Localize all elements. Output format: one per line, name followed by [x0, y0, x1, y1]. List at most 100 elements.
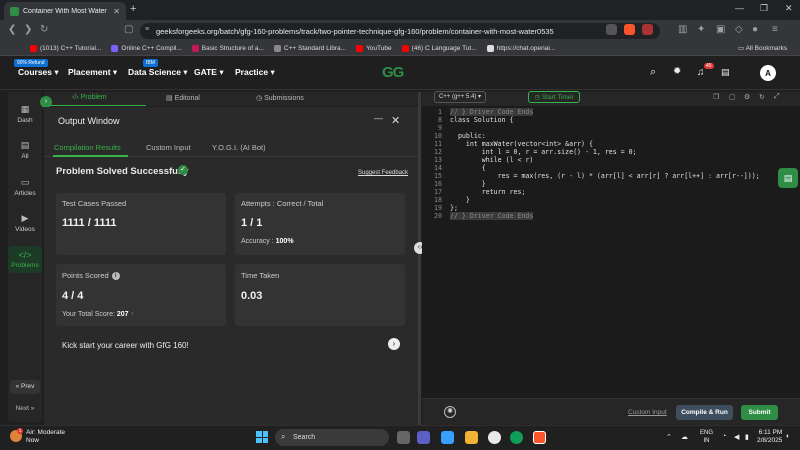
new-tab-icon[interactable]: +: [130, 3, 136, 15]
tab-custom-input[interactable]: Custom Input: [146, 143, 191, 152]
brave-rewards-icon[interactable]: [642, 24, 653, 35]
kickstart-banner-text: Kick start your career with GfG 160!: [62, 341, 189, 350]
bookmark-item[interactable]: Basic Structure of a...: [191, 45, 264, 52]
expand-editor-icon[interactable]: ⤢: [774, 93, 780, 101]
code-line: 20// } Driver Code Ends: [434, 212, 534, 220]
tab-problem[interactable]: ‹/› Problem: [72, 94, 107, 101]
youtube-icon: [30, 45, 37, 52]
all-bookmarks-link[interactable]: ▭ All Bookmarks: [738, 44, 787, 52]
copy-icon[interactable]: ❐: [713, 93, 719, 101]
next-button[interactable]: Next »: [10, 402, 40, 416]
close-tab-icon[interactable]: ✕: [113, 7, 120, 16]
bell-icon[interactable]: ♫: [697, 67, 705, 78]
tab-editorial[interactable]: ▤ Editorial: [166, 94, 200, 102]
lightbulb-icon[interactable]: ✺: [444, 406, 456, 418]
browser-menu-icon[interactable]: ≡: [772, 24, 778, 35]
extensions-icon[interactable]: ✦: [697, 24, 705, 35]
windows-start-icon[interactable]: [256, 431, 268, 443]
bookmark-item[interactable]: https://chat.openai...: [486, 45, 555, 52]
battery-icon[interactable]: ▮: [745, 433, 749, 441]
url-input[interactable]: ≡ geeksforgeeks.org/batch/gfg-160-proble…: [140, 23, 660, 39]
bookmark-item[interactable]: C++ Standard Libra...: [273, 45, 346, 52]
fullscreen-icon[interactable]: ▢: [729, 93, 736, 101]
sidebar-item-problems[interactable]: </> Problems: [8, 246, 42, 273]
bookmark-item[interactable]: (46) C Language Tut...: [401, 45, 477, 52]
system-clock[interactable]: 6:11 PM 2/8/2025: [757, 429, 782, 445]
panel-splitter[interactable]: [418, 92, 421, 425]
github-icon[interactable]: [488, 431, 501, 444]
taskbar-search-input[interactable]: ⌕ Search: [275, 429, 389, 446]
profile-icon[interactable]: ●: [752, 24, 758, 35]
minimize-icon[interactable]: —: [735, 3, 744, 13]
avatar[interactable]: A: [760, 65, 776, 81]
code-editor[interactable]: 1// } Driver Code Ends 8 class Solution {…: [422, 106, 800, 398]
volume-icon[interactable]: ◀: [734, 433, 739, 441]
sidebar-item-videos[interactable]: ▶ Videos: [8, 213, 42, 233]
sidebar-item-dash[interactable]: ▦ Dash: [8, 104, 42, 124]
active-output-tab-indicator: [53, 155, 128, 157]
weather-widget[interactable]: Air: Moderate Now: [26, 429, 65, 445]
notifications-icon[interactable]: ◐: [786, 433, 790, 440]
reset-icon[interactable]: ↻: [759, 93, 765, 101]
chat-icon[interactable]: ▤: [778, 168, 798, 188]
code-line: 17 return res;: [434, 188, 526, 196]
task-view-icon[interactable]: [397, 431, 410, 444]
sidebar-toggle-icon[interactable]: ▥: [678, 24, 687, 35]
back-icon[interactable]: ❮: [8, 24, 16, 35]
menu-gate[interactable]: GATE ▾: [194, 67, 224, 78]
bookmark-item[interactable]: Online C++ Compil...: [111, 45, 182, 52]
reload-icon[interactable]: ↻: [40, 24, 48, 35]
menu-placement[interactable]: Placement ▾: [68, 67, 117, 78]
wallet-icon[interactable]: ▣: [716, 24, 725, 35]
weather-badge: 1: [17, 428, 23, 434]
browser-tab[interactable]: Container With Most Water | P ✕: [4, 2, 126, 20]
language-select[interactable]: C++ (g++ 5.4) ▾: [434, 91, 486, 103]
vpn-icon[interactable]: ◇: [735, 24, 743, 35]
minimize-output-icon[interactable]: —: [374, 113, 383, 123]
compiler-icon: [111, 45, 119, 52]
install-app-icon[interactable]: [606, 24, 617, 35]
menu-data-science[interactable]: Data Science ▾: [128, 67, 188, 78]
cloud-icon[interactable]: ☁: [681, 433, 688, 441]
brave-icon[interactable]: [533, 431, 546, 444]
copilot-icon[interactable]: [441, 431, 454, 444]
compile-run-button[interactable]: Compile & Run: [676, 405, 733, 420]
maximize-icon[interactable]: ❐: [760, 3, 768, 14]
check-circle-icon: ✓: [178, 165, 188, 175]
close-window-icon[interactable]: ✕: [785, 3, 793, 14]
chrome-icon[interactable]: [510, 431, 523, 444]
bookmark-item[interactable]: (1013) C++ Tutorial...: [30, 45, 101, 52]
gfg-logo[interactable]: GG: [382, 64, 404, 81]
submit-button[interactable]: Submit: [741, 405, 778, 420]
teams-icon[interactable]: [417, 431, 430, 444]
site-info-icon[interactable]: ≡: [145, 26, 149, 33]
start-timer-button[interactable]: ◷ Start Timer: [528, 91, 580, 103]
bookmark-item[interactable]: YouTube: [356, 45, 392, 52]
chevron-up-icon[interactable]: ⌃: [666, 433, 672, 441]
tab-search-icon[interactable]: ▢: [124, 24, 133, 35]
chevron-right-icon[interactable]: ›: [388, 338, 400, 350]
language-indicator[interactable]: ENG IN: [700, 429, 713, 445]
custom-input-link[interactable]: Custom Input: [628, 409, 667, 416]
translate-icon[interactable]: ▤: [721, 67, 730, 78]
brave-shields-icon[interactable]: [624, 24, 635, 35]
tab-submissions[interactable]: ◷ Submissions: [256, 94, 304, 102]
search-icon[interactable]: ⌕: [650, 66, 656, 79]
file-explorer-icon[interactable]: [465, 431, 478, 444]
menu-practice[interactable]: Practice ▾: [235, 67, 275, 78]
menu-courses[interactable]: Courses ▾: [18, 67, 59, 78]
suggest-feedback-link[interactable]: Suggest Feedback: [358, 170, 408, 176]
bookmarks-bar: (1013) C++ Tutorial... Online C++ Compil…: [0, 42, 800, 56]
forward-icon[interactable]: ❯: [24, 24, 32, 35]
theme-toggle-icon[interactable]: ✹: [673, 66, 681, 77]
test-cases-label: Test Cases Passed: [62, 199, 127, 208]
settings-icon[interactable]: ⚙: [744, 93, 750, 101]
close-output-icon[interactable]: ✕: [391, 114, 400, 127]
info-icon[interactable]: i: [111, 272, 120, 281]
wifi-icon[interactable]: ◔: [722, 433, 726, 440]
sidebar-item-articles[interactable]: ▭ Articles: [8, 177, 42, 197]
tab-compilation-results[interactable]: Compilation Results: [54, 143, 121, 152]
prev-button[interactable]: « Prev: [10, 380, 40, 394]
sidebar-item-all[interactable]: ▤ All: [8, 140, 42, 160]
tab-yogi-ai-bot[interactable]: Y.O.G.I. (AI Bot): [212, 143, 266, 152]
